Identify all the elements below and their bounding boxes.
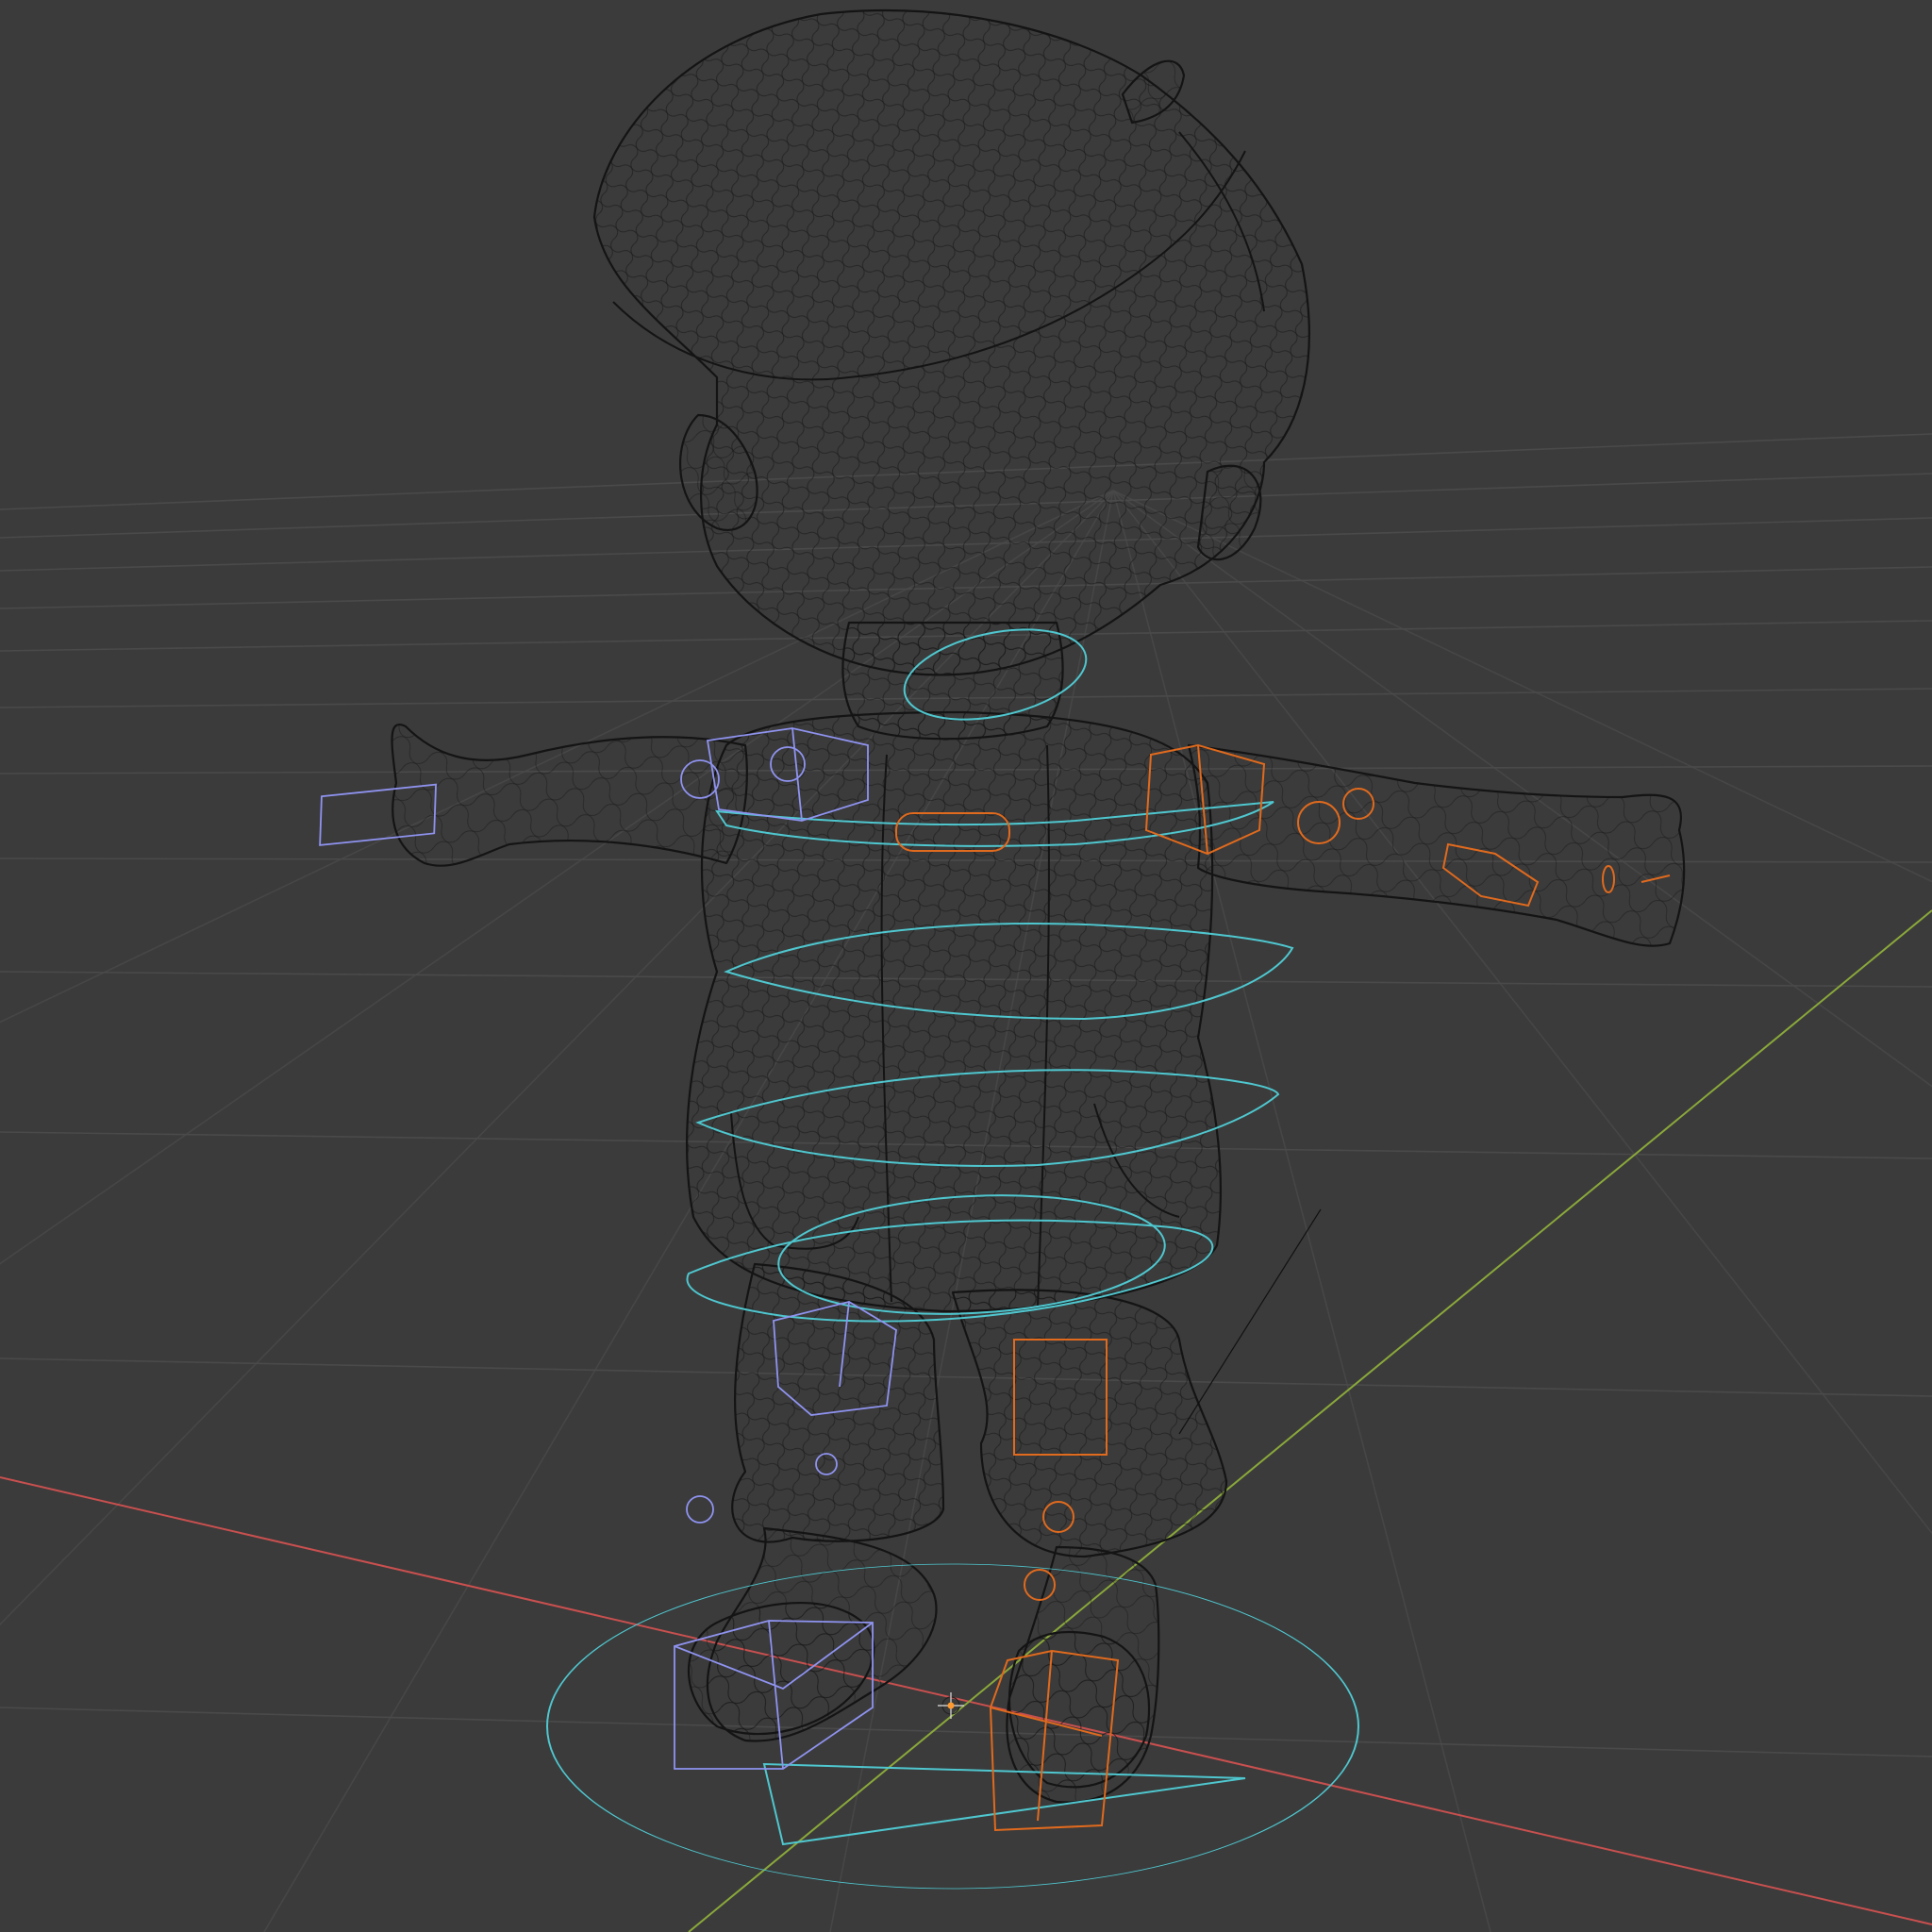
3d-viewport[interactable] [0,0,1932,1932]
viewport-canvas[interactable] [0,0,1932,1932]
object-origin[interactable] [947,1702,955,1709]
